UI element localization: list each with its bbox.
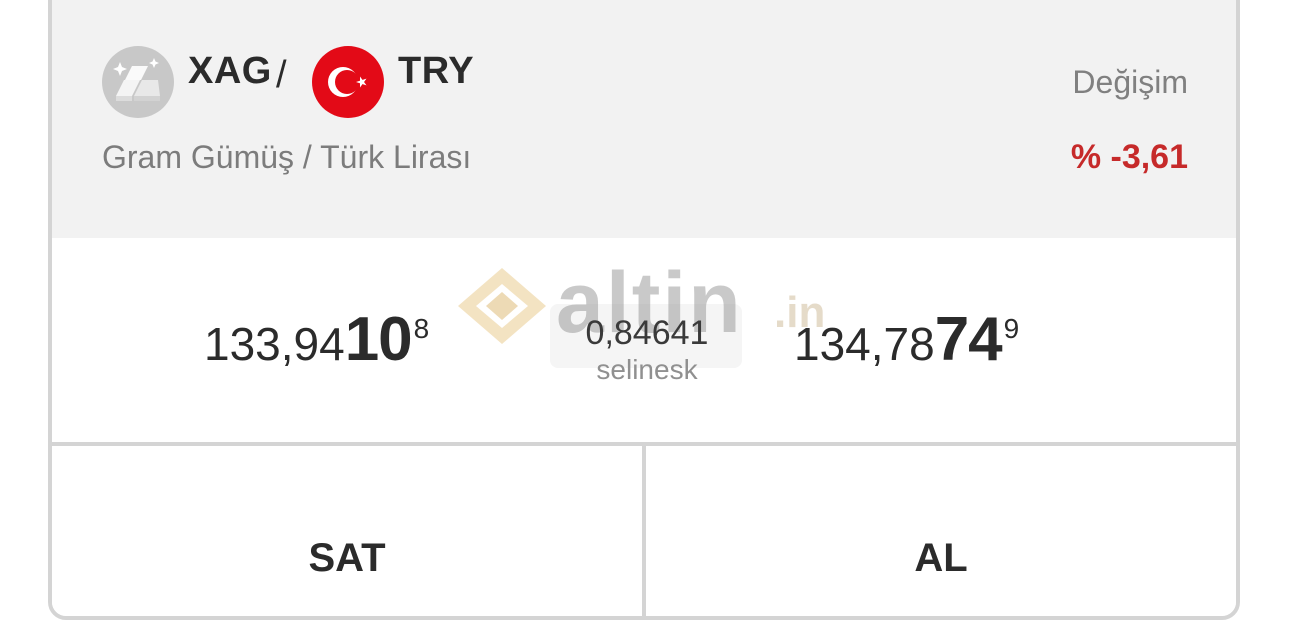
buy-price-emphasis: 74 [934,305,1003,374]
buy-price: 134,78749 [794,304,1019,375]
buy-price-main: 134,78 [794,318,935,370]
turkey-flag-icon [312,46,384,118]
quote-currency-code: TRY [398,50,475,92]
base-currency-code: XAG [188,50,272,92]
buy-price-fraction: 9 [1003,313,1020,344]
silver-bars-icon [102,46,174,118]
pair-full-name: Gram Gümüş / Türk Lirası [102,139,472,175]
sell-price-emphasis: 10 [344,305,413,374]
sell-price: 133,94108 [204,304,429,375]
spread-source: selinesk [596,354,698,385]
sell-price-main: 133,94 [204,318,345,370]
sell-price-fraction: 8 [413,313,430,344]
pair-separator: / [276,54,287,96]
buy-button[interactable]: AL [646,446,1236,616]
change-label: Değişim [1072,64,1188,100]
sell-button[interactable]: SAT [52,446,646,616]
spread-value: 0,84641 [585,314,709,352]
price-panel: altin .in 133,94108 0,84641 selinesk 134… [52,238,1236,446]
trade-actions: SAT AL [52,446,1236,616]
watermark-logo-icon [456,266,548,351]
currency-pair-card: XAG / TRY Gram Gümüş / Türk Lirası Değiş… [48,0,1240,620]
pair-header: XAG / TRY Gram Gümüş / Türk Lirası Değiş… [52,0,1236,238]
change-value: % -3,61 [1070,138,1188,176]
